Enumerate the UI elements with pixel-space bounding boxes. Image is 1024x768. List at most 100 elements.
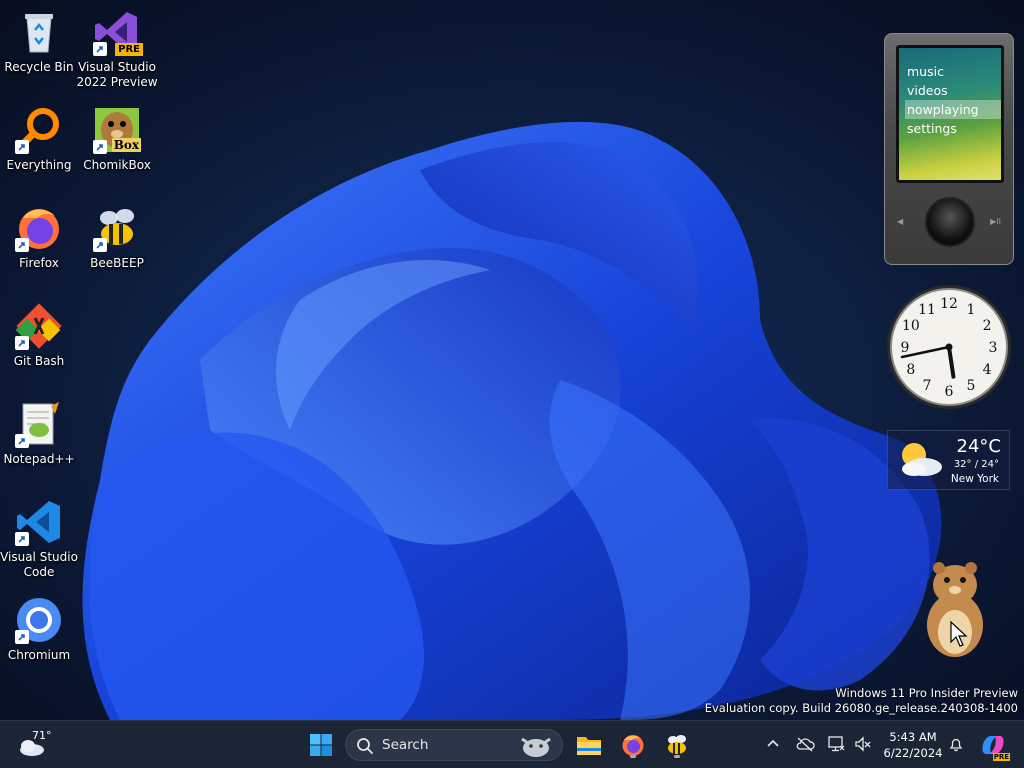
clock-number: 12 (940, 296, 958, 312)
clock-number: 9 (901, 340, 910, 356)
weather-city: New York (950, 473, 999, 485)
desktop-icon-beebeep[interactable]: BeeBEEP (78, 198, 156, 290)
desktop-icon-git-bash[interactable]: Git Bash (0, 296, 78, 388)
desktop-icon-label: Git Bash (13, 354, 65, 368)
cloud-offline-icon (796, 737, 815, 752)
zune-menu: music videos nowplaying settings (905, 62, 1001, 138)
desktop-icon-label: Notepad++ (3, 452, 75, 466)
taskbar-file-explorer[interactable] (573, 729, 605, 761)
evaluation-watermark: Windows 11 Pro Insider Preview Evaluatio… (705, 686, 1018, 716)
clock-gadget[interactable]: 12 12 3 45678 9 1011 (885, 283, 1013, 411)
clock-number: 11 (918, 302, 936, 318)
shortcut-arrow-icon (15, 238, 29, 252)
desktop-icon-chomikbox[interactable]: Box ChomikBox (78, 100, 156, 192)
taskbar: 71° Search 5:43 AM 6/22/2024 PRE (0, 720, 1024, 768)
windows-logo-icon (310, 734, 332, 756)
shortcut-arrow-icon (15, 630, 29, 644)
shortcut-arrow-icon (15, 140, 29, 154)
shortcut-arrow-icon (93, 238, 107, 252)
clock-number: 1 (967, 302, 976, 318)
show-hidden-icons-button[interactable] (762, 733, 784, 755)
desktop-icon-label: Visual Studio 2022 Preview (76, 60, 158, 89)
weather-gadget[interactable]: 24°C 32° / 24° New York (887, 430, 1010, 490)
search-label: Search (382, 737, 429, 753)
desktop-icon-everything[interactable]: Everything (0, 100, 78, 192)
hamster-desktop-pet[interactable] (915, 550, 995, 660)
zune-menu-settings[interactable]: settings (905, 119, 1001, 138)
clock-number: 3 (989, 340, 998, 356)
search-icon (357, 738, 373, 754)
taskbar-beebeep[interactable] (661, 729, 693, 761)
copilot-preview-badge: PRE (992, 753, 1010, 761)
tray-onedrive[interactable] (794, 733, 816, 755)
zune-menu-nowplaying[interactable]: nowplaying (905, 100, 1001, 119)
desktop-icon-firefox[interactable]: Firefox (0, 198, 78, 290)
taskbar-date: 6/22/2024 (883, 746, 943, 760)
folder-icon (577, 737, 601, 755)
notification-button[interactable] (945, 733, 967, 755)
partly-cloudy-icon (902, 443, 942, 476)
desktop-icon-label: Chromium (7, 648, 71, 662)
shortcut-arrow-icon (93, 140, 107, 154)
chevron-up-icon (767, 739, 779, 747)
taskbar-search-box[interactable]: Search (345, 729, 563, 761)
preview-badge: PRE (115, 43, 143, 56)
zune-player-gadget[interactable]: music videos nowplaying settings ◀ ▶II (884, 33, 1014, 265)
running-indicator (630, 755, 636, 758)
shortcut-arrow-icon (15, 532, 29, 546)
zune-screen: music videos nowplaying settings (896, 45, 1004, 183)
desktop-icon-recycle-bin[interactable]: Recycle Bin (0, 2, 78, 94)
taskbar-firefox[interactable] (617, 729, 649, 761)
desktop-icon-label: BeeBEEP (90, 256, 144, 270)
clock-number: 5 (967, 378, 976, 394)
taskbar-time: 5:43 AM (889, 730, 937, 744)
desktop-icon-visual-studio-2022-preview[interactable]: PRE Visual Studio 2022 Preview (76, 2, 158, 94)
zune-play-button[interactable]: ▶II (990, 217, 1001, 226)
watermark-build: Evaluation copy. Build 26080.ge_release.… (704, 701, 1018, 715)
desktop-icon-notepad-plus-plus[interactable]: Notepad++ (0, 394, 78, 486)
firefox-icon (15, 204, 63, 252)
shortcut-arrow-icon (93, 42, 107, 56)
taskbar-weather-widget[interactable]: 71° (16, 727, 56, 763)
recycle-bin-icon (15, 8, 63, 56)
start-button[interactable] (305, 729, 337, 761)
shortcut-arrow-icon (15, 434, 29, 448)
notepad-plus-plus-icon (15, 400, 63, 448)
visual-studio-icon: PRE (93, 8, 143, 56)
weather-temperature: 24°C (956, 436, 1001, 457)
watermark-edition: Windows 11 Pro Insider Preview (835, 686, 1018, 700)
vscode-icon (15, 498, 63, 546)
speaker-muted-icon (855, 736, 871, 752)
shortcut-arrow-icon (15, 336, 29, 350)
desktop-icon-visual-studio-code[interactable]: Visual Studio Code (0, 492, 78, 584)
everything-search-icon (15, 106, 63, 154)
taskbar-clock[interactable]: 5:43 AM 6/22/2024 (880, 729, 946, 761)
zune-back-button[interactable]: ◀ (897, 217, 903, 226)
clock-number: 7 (923, 378, 932, 394)
tray-volume[interactable] (852, 733, 874, 755)
git-bash-icon (15, 302, 63, 350)
chomikbox-badge: Box (111, 138, 141, 152)
clock-number: 6 (945, 384, 954, 400)
clock-number: 8 (906, 362, 915, 378)
bee-icon (93, 204, 141, 252)
desktop-icon-chromium[interactable]: Chromium (0, 590, 78, 682)
zune-menu-music[interactable]: music (905, 62, 1001, 81)
tray-network[interactable] (825, 733, 847, 755)
network-icon (828, 736, 845, 752)
clock-number: 4 (983, 362, 992, 378)
desktop-icon-label: ChomikBox (83, 158, 151, 172)
firefox-icon (622, 735, 644, 756)
chomikbox-hamster-icon: Box (93, 106, 141, 154)
zune-squircle-wheel[interactable] (925, 197, 975, 247)
weather-range: 32° / 24° (953, 459, 999, 470)
clock-number: 10 (902, 318, 920, 334)
clock-number: 2 (983, 318, 992, 334)
copilot-button[interactable]: PRE (978, 731, 1010, 761)
search-highlight-icon (521, 737, 551, 757)
running-indicator (674, 755, 680, 758)
zune-menu-videos[interactable]: videos (905, 81, 1001, 100)
bee-icon (668, 735, 686, 754)
taskbar-weather-temp: 71° (32, 729, 52, 742)
desktop-icon-label: Visual Studio Code (0, 550, 78, 579)
